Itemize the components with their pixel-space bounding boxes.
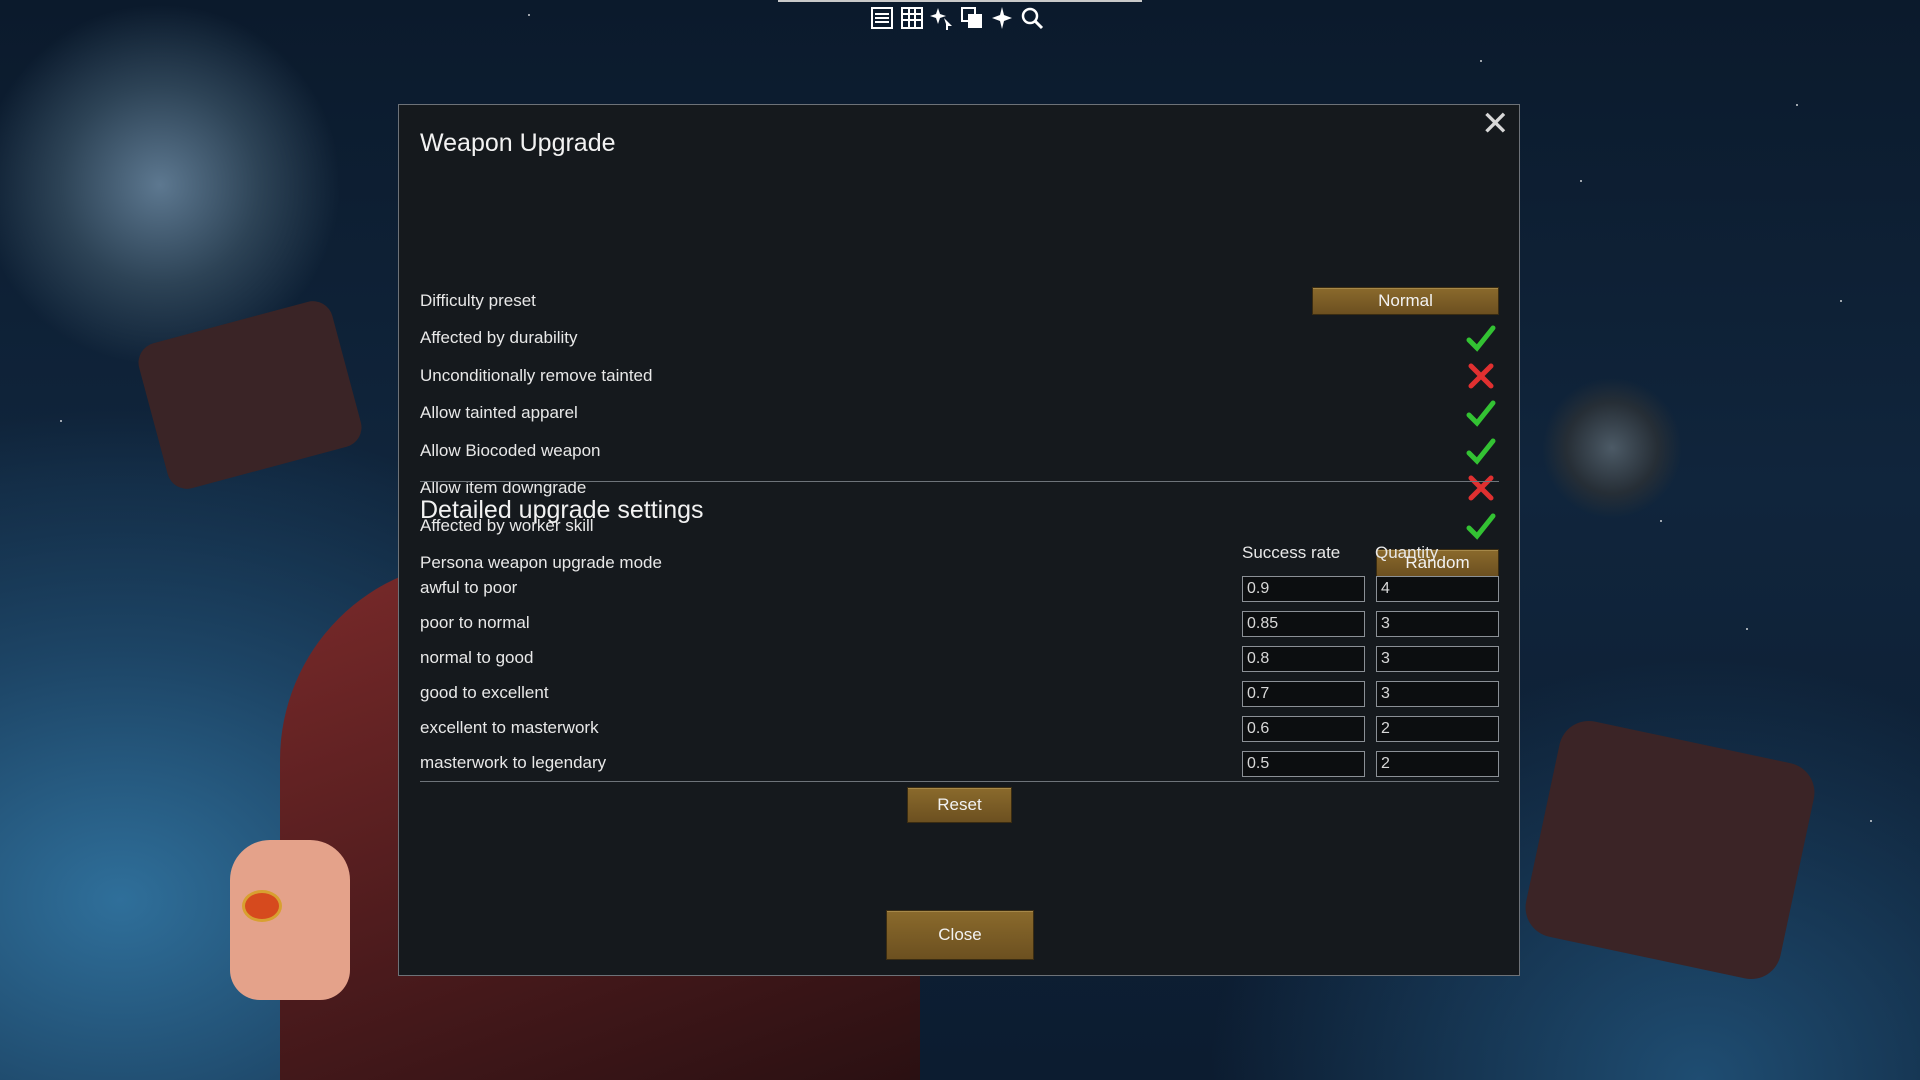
success-rate-input[interactable]: [1242, 716, 1365, 742]
quantity-input[interactable]: [1376, 681, 1499, 707]
close-button[interactable]: Close: [886, 910, 1034, 960]
tier-row: excellent to masterwork: [420, 715, 1499, 745]
tier-label: awful to poor: [420, 578, 518, 597]
setting-label-difficulty: Difficulty preset: [420, 291, 536, 310]
top-toolbar: [870, 6, 1044, 30]
top-bar-line: [778, 0, 1142, 2]
success-rate-input[interactable]: [1242, 576, 1365, 602]
setting-label-remove-tainted: Unconditionally remove tainted: [420, 366, 653, 385]
quantity-header: Quantity: [1375, 543, 1439, 562]
quantity-input[interactable]: [1376, 646, 1499, 672]
weapon-upgrade-dialog: ✕ Weapon Upgrade Difficulty preset Norma…: [398, 104, 1520, 976]
section-divider: [420, 481, 1499, 482]
setting-row-remove-tainted: Unconditionally remove tainted: [420, 358, 1499, 394]
setting-label-durability: Affected by durability: [420, 328, 578, 347]
cross-icon[interactable]: [1466, 473, 1496, 503]
checkmark-icon[interactable]: [1466, 323, 1496, 353]
success-rate-header: Success rate: [1242, 543, 1341, 562]
space-debris-left: [133, 296, 367, 494]
tier-label: excellent to masterwork: [420, 718, 599, 737]
quantity-input[interactable]: [1376, 576, 1499, 602]
tier-divider: [420, 781, 1499, 782]
tier-row: poor to normal: [420, 610, 1499, 640]
close-icon[interactable]: ✕: [1481, 107, 1510, 141]
dialog-title: Weapon Upgrade: [420, 129, 616, 157]
checkmark-icon[interactable]: [1466, 511, 1496, 541]
quantity-input[interactable]: [1376, 716, 1499, 742]
tier-row: awful to poor: [420, 575, 1499, 605]
success-rate-input[interactable]: [1242, 751, 1365, 777]
space-debris-right: [1519, 715, 1821, 985]
table-icon[interactable]: [900, 6, 924, 30]
copy-icon[interactable]: [960, 6, 984, 30]
sparkle-icon[interactable]: [990, 6, 1014, 30]
cross-icon[interactable]: [1466, 361, 1496, 391]
detailed-settings-title: Detailed upgrade settings: [420, 496, 704, 524]
tier-label: poor to normal: [420, 613, 530, 632]
tier-label: normal to good: [420, 648, 534, 667]
tier-label: masterwork to legendary: [420, 753, 607, 772]
setting-row-durability: Affected by durability: [420, 320, 1499, 356]
checkmark-icon[interactable]: [1466, 436, 1496, 466]
tier-label: good to excellent: [420, 683, 549, 702]
difficulty-preset-button[interactable]: Normal: [1312, 287, 1499, 315]
tier-row: masterwork to legendary: [420, 750, 1499, 780]
character-ring-art: [242, 890, 282, 922]
tier-row: good to excellent: [420, 680, 1499, 710]
setting-row-biocoded: Allow Biocoded weapon: [420, 433, 1499, 469]
list-icon[interactable]: [870, 6, 894, 30]
quantity-input[interactable]: [1376, 611, 1499, 637]
search-icon[interactable]: [1020, 6, 1044, 30]
setting-label-tainted-apparel: Allow tainted apparel: [420, 403, 578, 422]
success-rate-input[interactable]: [1242, 611, 1365, 637]
success-rate-input[interactable]: [1242, 646, 1365, 672]
setting-label-biocoded: Allow Biocoded weapon: [420, 441, 601, 460]
success-rate-input[interactable]: [1242, 681, 1365, 707]
reset-button[interactable]: Reset: [907, 787, 1012, 823]
checkmark-icon[interactable]: [1466, 398, 1496, 428]
quantity-input[interactable]: [1376, 751, 1499, 777]
setting-label-persona-mode: Persona weapon upgrade mode: [420, 553, 662, 572]
sparkle-arrow-icon[interactable]: [930, 6, 954, 30]
setting-row-difficulty: Difficulty preset Normal: [420, 283, 1499, 319]
tier-row: normal to good: [420, 645, 1499, 675]
character-hand-art: [230, 840, 350, 1000]
setting-row-tainted-apparel: Allow tainted apparel: [420, 395, 1499, 431]
